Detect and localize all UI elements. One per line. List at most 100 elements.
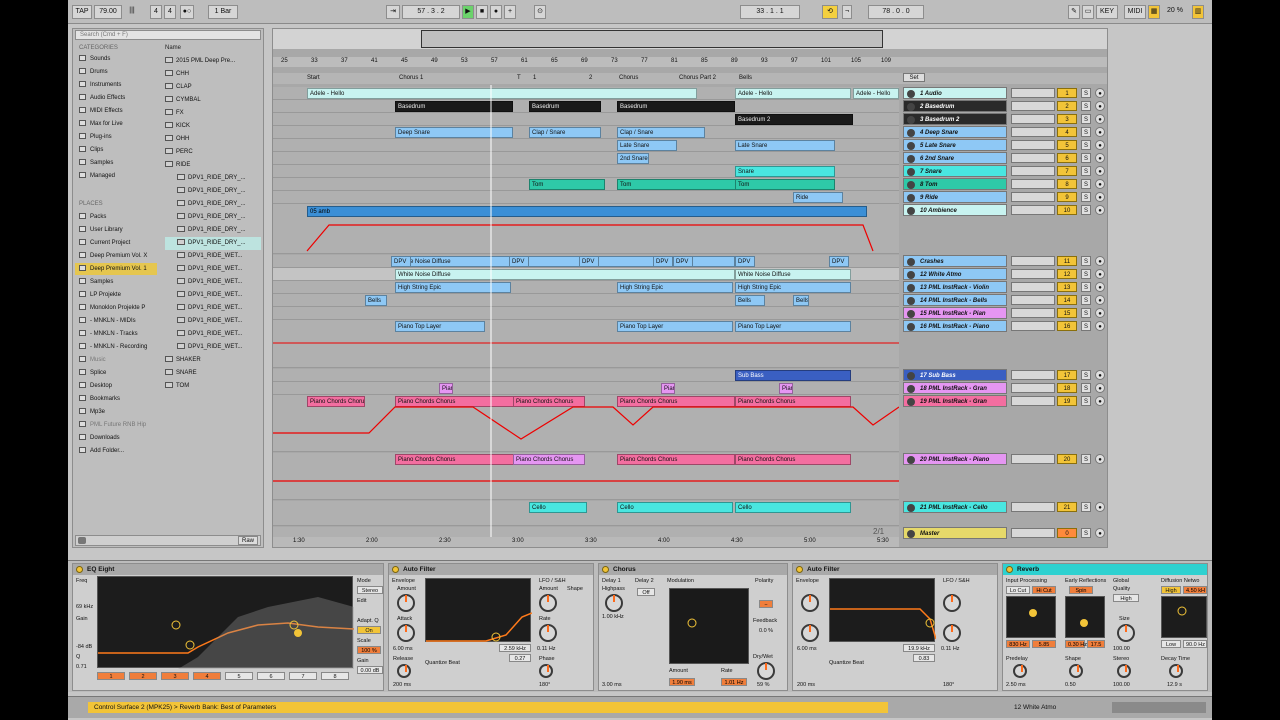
track-header[interactable]: 13 PML InstRack - Violin (903, 281, 1007, 293)
highpass-value[interactable]: 1.00 kHz (602, 614, 624, 620)
arm-button[interactable]: ● (1095, 179, 1105, 189)
arrangement-clip[interactable]: Pian (439, 383, 453, 394)
arrangement-clip[interactable]: Piano Top Layer (617, 321, 733, 332)
release-value[interactable]: 200 ms (393, 682, 411, 688)
arrangement-clip[interactable]: DPV (509, 256, 529, 267)
track-fold-icon[interactable] (907, 385, 915, 393)
arrangement-clip[interactable]: Piano Chords Chorus (735, 454, 851, 465)
category-item[interactable]: Audio Effects (79, 92, 125, 104)
arrangement-clip[interactable]: Piano Top Layer (395, 321, 485, 332)
spin-amount[interactable]: 17.5 (1087, 640, 1105, 648)
track-header[interactable]: Master (903, 527, 1007, 539)
overview-window[interactable] (421, 30, 883, 48)
arrangement-clip[interactable]: DPV (829, 256, 849, 267)
predelay-knob[interactable] (1013, 664, 1027, 678)
hi-cut-width[interactable]: 5.85 (1032, 640, 1056, 648)
preview-icon[interactable] (78, 537, 86, 544)
arrangement-clip[interactable]: Basedrum (617, 101, 735, 112)
arrangement-clip[interactable]: White Noise Diffuse (395, 269, 735, 280)
locator-marker[interactable]: Chorus (619, 75, 638, 81)
category-item[interactable]: Managed (79, 170, 115, 182)
file-item[interactable]: DPV1_RIDE_WET... (165, 341, 242, 354)
play-icon[interactable]: ▶ (462, 5, 474, 19)
power-icon[interactable] (76, 566, 83, 573)
track-header[interactable]: Crashes (903, 255, 1007, 267)
diffusion-display[interactable] (1161, 596, 1207, 638)
arrangement-clip[interactable]: High String Epic (395, 282, 511, 293)
arrangement-clip[interactable]: Bells (793, 295, 809, 306)
file-item[interactable]: DPV1_RIDE_WET... (165, 302, 242, 315)
stop-icon[interactable]: ■ (476, 5, 488, 19)
place-item[interactable]: PML Future RNB Hip (79, 419, 146, 431)
arrangement-clip[interactable]: Basedrum 2 (735, 114, 853, 125)
shape-knob[interactable] (1069, 664, 1083, 678)
lfo-amount-knob[interactable] (539, 594, 557, 612)
arm-button[interactable]: ● (1095, 502, 1105, 512)
track-header[interactable]: 19 PML InstRack - Gran (903, 395, 1007, 407)
arrangement-clip[interactable]: Pian (661, 383, 675, 394)
time-ruler[interactable]: 1:30 2:00 2:30 3:00 3:30 4:00 4:30 5:00 5:30 (273, 537, 899, 547)
solo-button[interactable]: S (1081, 140, 1091, 150)
arrangement-clip[interactable]: Clap / Snare (617, 127, 705, 138)
arrangement-clip[interactable]: Pian (779, 383, 793, 394)
track-fold-icon[interactable] (907, 284, 915, 292)
eq-output-gain-value[interactable]: 0.00 dB (357, 666, 383, 674)
locator-marker[interactable]: 1 (533, 75, 536, 81)
key-map-button[interactable]: KEY (1096, 5, 1118, 19)
track-fold-icon[interactable] (907, 103, 915, 111)
arrangement-clip[interactable]: Basedrum (395, 101, 513, 112)
track-header[interactable]: 21 PML InstRack - Cello (903, 501, 1007, 513)
diffusion-high-freq[interactable]: 4.50 kH (1183, 586, 1207, 594)
quality-select[interactable]: High (1113, 594, 1139, 602)
arm-button[interactable]: ● (1095, 205, 1105, 215)
category-item[interactable]: Drums (79, 66, 108, 78)
release-value[interactable]: 200 ms (797, 682, 815, 688)
eq-band-toggle[interactable]: 2 (129, 672, 157, 680)
track-lane[interactable] (273, 152, 899, 165)
solo-button[interactable]: S (1081, 396, 1091, 406)
sig-den-field[interactable]: 4 (164, 5, 176, 19)
track-fold-icon[interactable] (907, 168, 915, 176)
arrangement-clip[interactable]: Piano Chords Chorus (617, 454, 735, 465)
stereo-value[interactable]: 100.00 (1113, 682, 1130, 688)
track-header[interactable]: 9 Ride (903, 191, 1007, 203)
track-header[interactable]: 8 Tom (903, 178, 1007, 190)
arrangement-clip[interactable]: Piano Chords Chorus (395, 454, 529, 465)
solo-button[interactable]: S (1081, 295, 1091, 305)
eq-stereo-select[interactable]: Stereo (357, 586, 383, 594)
arm-button[interactable]: ● (1095, 153, 1105, 163)
arrangement-clip[interactable]: Piano Chords Chorus (307, 396, 365, 407)
arrangement-clip[interactable]: Piano Chords Chorus (513, 396, 585, 407)
draw-mode-icon[interactable]: ✎ (1068, 5, 1080, 19)
solo-button[interactable]: S (1081, 269, 1091, 279)
track-activator[interactable]: 21 (1057, 502, 1077, 512)
metro-toggle[interactable]: ●○ (180, 5, 194, 19)
arrangement-clip[interactable]: Tom (617, 179, 737, 190)
locator-marker[interactable]: T (517, 75, 521, 81)
place-item[interactable]: Desktop (79, 380, 112, 392)
power-icon[interactable] (1006, 566, 1013, 573)
track-activator[interactable]: 10 (1057, 205, 1077, 215)
track-fold-icon[interactable] (907, 90, 915, 98)
solo-button[interactable]: S (1081, 308, 1091, 318)
track-header[interactable]: 2 Basedrum (903, 100, 1007, 112)
track-header[interactable]: 10 Ambience (903, 204, 1007, 216)
file-item[interactable]: RIDE (165, 159, 190, 172)
category-item[interactable]: Clips (79, 144, 103, 156)
track-activator[interactable]: 14 (1057, 295, 1077, 305)
arm-button[interactable]: ● (1095, 321, 1105, 331)
raw-button[interactable]: Raw (238, 536, 258, 545)
filter-q-value[interactable]: 0.27 (509, 654, 531, 662)
solo-button[interactable]: S (1081, 127, 1091, 137)
track-activator[interactable]: 18 (1057, 383, 1077, 393)
file-item[interactable]: SHAKER (165, 354, 201, 367)
quantize-select[interactable]: 1 Bar (208, 5, 238, 19)
track-activator[interactable]: 1 (1057, 88, 1077, 98)
overview-strip[interactable] (273, 29, 1107, 49)
track-header[interactable]: 7 Snare (903, 165, 1007, 177)
solo-button[interactable]: S (1081, 256, 1091, 266)
locator-marker[interactable]: 2 (589, 75, 592, 81)
place-item[interactable]: Mp3e (79, 406, 105, 418)
track-fold-icon[interactable] (907, 129, 915, 137)
track-header[interactable]: 20 PML InstRack - Piano (903, 453, 1007, 465)
